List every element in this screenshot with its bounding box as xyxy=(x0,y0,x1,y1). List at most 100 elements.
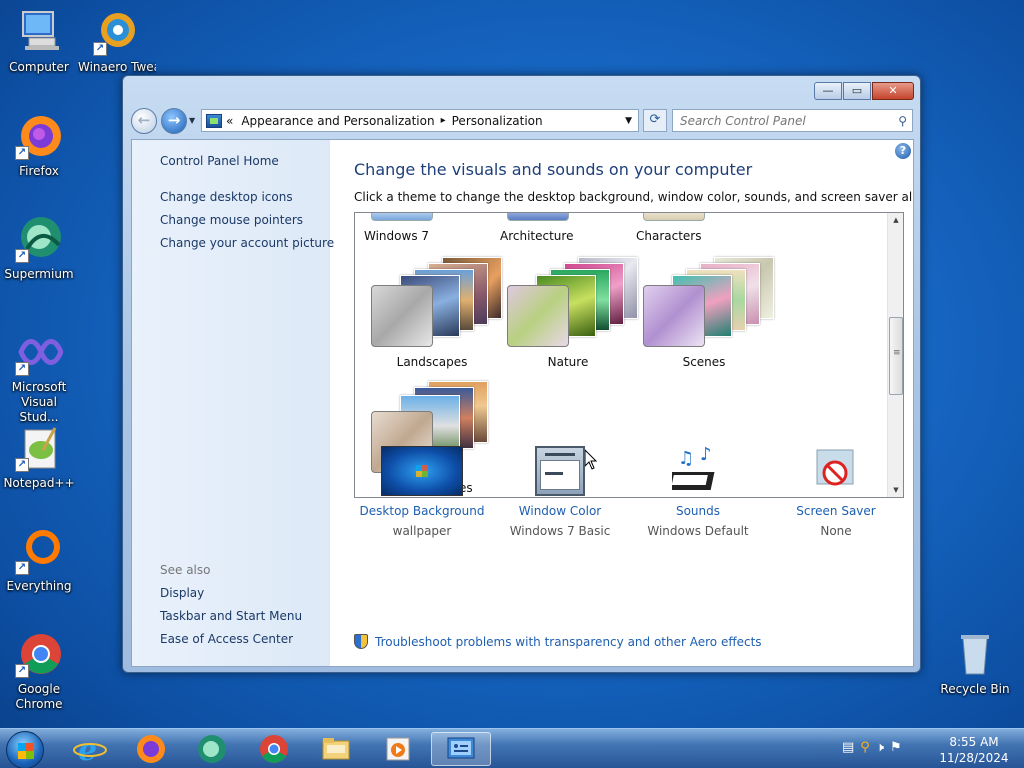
taskbar-app-internet-explorer[interactable]: e xyxy=(62,732,118,766)
window-color-option[interactable]: Window Color Windows 7 Basic xyxy=(490,446,630,538)
svg-text:♫: ♫ xyxy=(678,448,694,469)
desktop-icon-supermium[interactable]: ↗ Supermium xyxy=(0,215,78,282)
volume-muted-icon[interactable]: 🕨 xyxy=(876,740,884,755)
taskbar-clock[interactable]: 8:55 AM 11/28/2024 xyxy=(938,734,1010,766)
theme-label-landscapes: Landscapes xyxy=(396,355,468,369)
desktop-background-link[interactable]: Desktop Background xyxy=(352,504,492,518)
taskbar-app-firefox[interactable] xyxy=(123,732,179,766)
theme-preview-front xyxy=(371,285,433,347)
desktop-icon-computer[interactable]: Computer xyxy=(0,8,78,75)
address-bar[interactable]: « Appearance and Personalization ▸ Perso… xyxy=(201,109,639,132)
screen-saver-link[interactable]: Screen Saver xyxy=(766,504,906,518)
sidebar-link-mouse-pointers[interactable]: Change mouse pointers xyxy=(160,213,303,227)
maximize-button[interactable]: ▭ xyxy=(843,82,871,100)
sidebar-link-desktop-icons[interactable]: Change desktop icons xyxy=(160,190,293,204)
theme-nature[interactable]: Nature xyxy=(491,253,638,377)
shortcut-arrow-icon: ↗ xyxy=(15,146,29,160)
sidebar-link-ease-of-access[interactable]: Ease of Access Center xyxy=(160,632,293,646)
theme-scenes[interactable]: Scenes xyxy=(627,253,774,377)
desktop-icon-label: Notepad++ xyxy=(3,476,75,490)
taskbar-app-supermium[interactable] xyxy=(184,732,240,766)
desktop-background-icon xyxy=(381,446,463,496)
search-box[interactable]: ⚲ xyxy=(672,109,913,132)
chrome-icon: ↗ xyxy=(15,630,63,678)
address-overflow-chevron[interactable]: « xyxy=(226,114,233,128)
shortcut-arrow-icon: ↗ xyxy=(15,561,29,575)
folder-icon xyxy=(322,738,350,760)
computer-icon xyxy=(15,8,63,56)
clock-date: 11/28/2024 xyxy=(939,751,1009,765)
desktop-background-option[interactable]: Desktop Background wallpaper xyxy=(352,446,492,538)
desktop-icon-visual-studio[interactable]: ↗ Microsoft Visual Stud... xyxy=(0,328,78,425)
taskbar: e ▤ ⚲ 🕨 ⚑ 8:55 AM 11/28/2024 xyxy=(0,728,1024,768)
svg-text:e: e xyxy=(78,733,97,766)
breadcrumb-personalization[interactable]: Personalization xyxy=(452,114,543,128)
taskbar-app-control-panel[interactable] xyxy=(431,732,491,766)
address-dropdown-icon[interactable]: ▼ xyxy=(625,116,632,126)
troubleshoot-aero-link[interactable]: Troubleshoot problems with transparency … xyxy=(354,634,762,649)
taskbar-app-explorer[interactable] xyxy=(308,732,364,766)
breadcrumb-appearance[interactable]: Appearance and Personalization xyxy=(241,114,434,128)
desktop-icon-chrome[interactable]: ↗ Google Chrome xyxy=(0,630,78,712)
sidebar-link-taskbar[interactable]: Taskbar and Start Menu xyxy=(160,609,302,623)
firefox-icon: ↗ xyxy=(15,112,63,160)
desktop-icon-label: Computer xyxy=(9,60,69,74)
desktop-icon-label: Microsoft Visual Stud... xyxy=(11,380,67,424)
sounds-option[interactable]: ♫ ♪ Sounds Windows Default xyxy=(628,444,768,538)
theme-thumbnail-stack xyxy=(642,253,774,349)
desktop-icon-firefox[interactable]: ↗ Firefox xyxy=(0,112,78,179)
firefox-icon xyxy=(137,735,165,763)
system-tray: ▤ ⚲ 🕨 ⚑ xyxy=(842,740,902,755)
desktop-icon-label: Firefox xyxy=(19,164,59,178)
screen-saver-icon xyxy=(811,446,861,496)
refresh-button[interactable]: ⟳ xyxy=(643,109,667,132)
desktop-icon-everything[interactable]: ↗ Everything xyxy=(0,527,78,594)
shortcut-arrow-icon: ↗ xyxy=(15,664,29,678)
desktop-icon-recycle-bin[interactable]: Recycle Bin xyxy=(936,630,1014,697)
taskbar-app-media-player[interactable] xyxy=(370,732,426,766)
internet-explorer-icon: e xyxy=(73,733,107,766)
desktop-icon-winaero[interactable]: ↗ Winaero Twea... xyxy=(78,8,156,75)
window-client-area: Control Panel Home Change desktop icons … xyxy=(131,139,914,667)
theme-label-windows7[interactable]: Windows 7 xyxy=(364,229,500,243)
control-panel-icon xyxy=(447,737,475,759)
desktop-icon-notepadpp[interactable]: ↗ Notepad++ xyxy=(0,424,78,491)
theme-thumbnail-stack xyxy=(506,253,638,349)
start-button[interactable] xyxy=(6,731,44,768)
sidebar-link-account-picture[interactable]: Change your account picture xyxy=(160,236,334,250)
sidebar-link-control-panel-home[interactable]: Control Panel Home xyxy=(160,154,279,168)
screen-saver-option[interactable]: Screen Saver None xyxy=(766,446,906,538)
breadcrumb-separator[interactable]: ▸ xyxy=(441,115,446,126)
theme-landscapes[interactable]: Landscapes xyxy=(355,253,502,377)
back-button[interactable]: ← xyxy=(131,108,157,134)
theme-label-nature: Nature xyxy=(547,355,589,369)
desktop-background-value: wallpaper xyxy=(392,524,452,538)
scroll-up-button[interactable]: ▲ xyxy=(888,213,903,227)
help-icon[interactable]: ? xyxy=(895,143,911,159)
sidebar-link-display[interactable]: Display xyxy=(160,586,204,600)
shield-icon xyxy=(354,634,368,649)
media-player-icon xyxy=(386,737,410,761)
minimize-button[interactable]: — xyxy=(814,82,842,100)
flag-icon[interactable]: ⚑ xyxy=(890,740,902,755)
window-color-icon xyxy=(535,446,585,496)
scroll-thumb[interactable] xyxy=(889,317,903,395)
forward-button[interactable]: → xyxy=(161,108,187,134)
shortcut-arrow-icon: ↗ xyxy=(15,249,29,263)
search-input[interactable] xyxy=(680,113,885,128)
page-title: Change the visuals and sounds on your co… xyxy=(354,160,753,179)
taskbar-app-chrome[interactable] xyxy=(246,732,302,766)
action-center-icon[interactable]: ▤ xyxy=(842,740,854,755)
shortcut-arrow-icon: ↗ xyxy=(93,42,107,56)
clock-time: 8:55 AM xyxy=(949,735,999,749)
sounds-link[interactable]: Sounds xyxy=(628,504,768,518)
close-button[interactable]: ✕ xyxy=(872,82,914,100)
winaero-icon: ↗ xyxy=(93,8,141,56)
recent-pages-dropdown[interactable]: ▼ xyxy=(189,116,195,125)
search-icon[interactable]: ⚲ xyxy=(898,114,907,128)
window-color-link[interactable]: Window Color xyxy=(490,504,630,518)
theme-label-characters[interactable]: Characters xyxy=(636,229,772,243)
theme-label-architecture[interactable]: Architecture xyxy=(500,229,636,243)
sounds-value: Windows Default xyxy=(647,524,749,538)
search-tray-icon[interactable]: ⚲ xyxy=(860,740,870,755)
